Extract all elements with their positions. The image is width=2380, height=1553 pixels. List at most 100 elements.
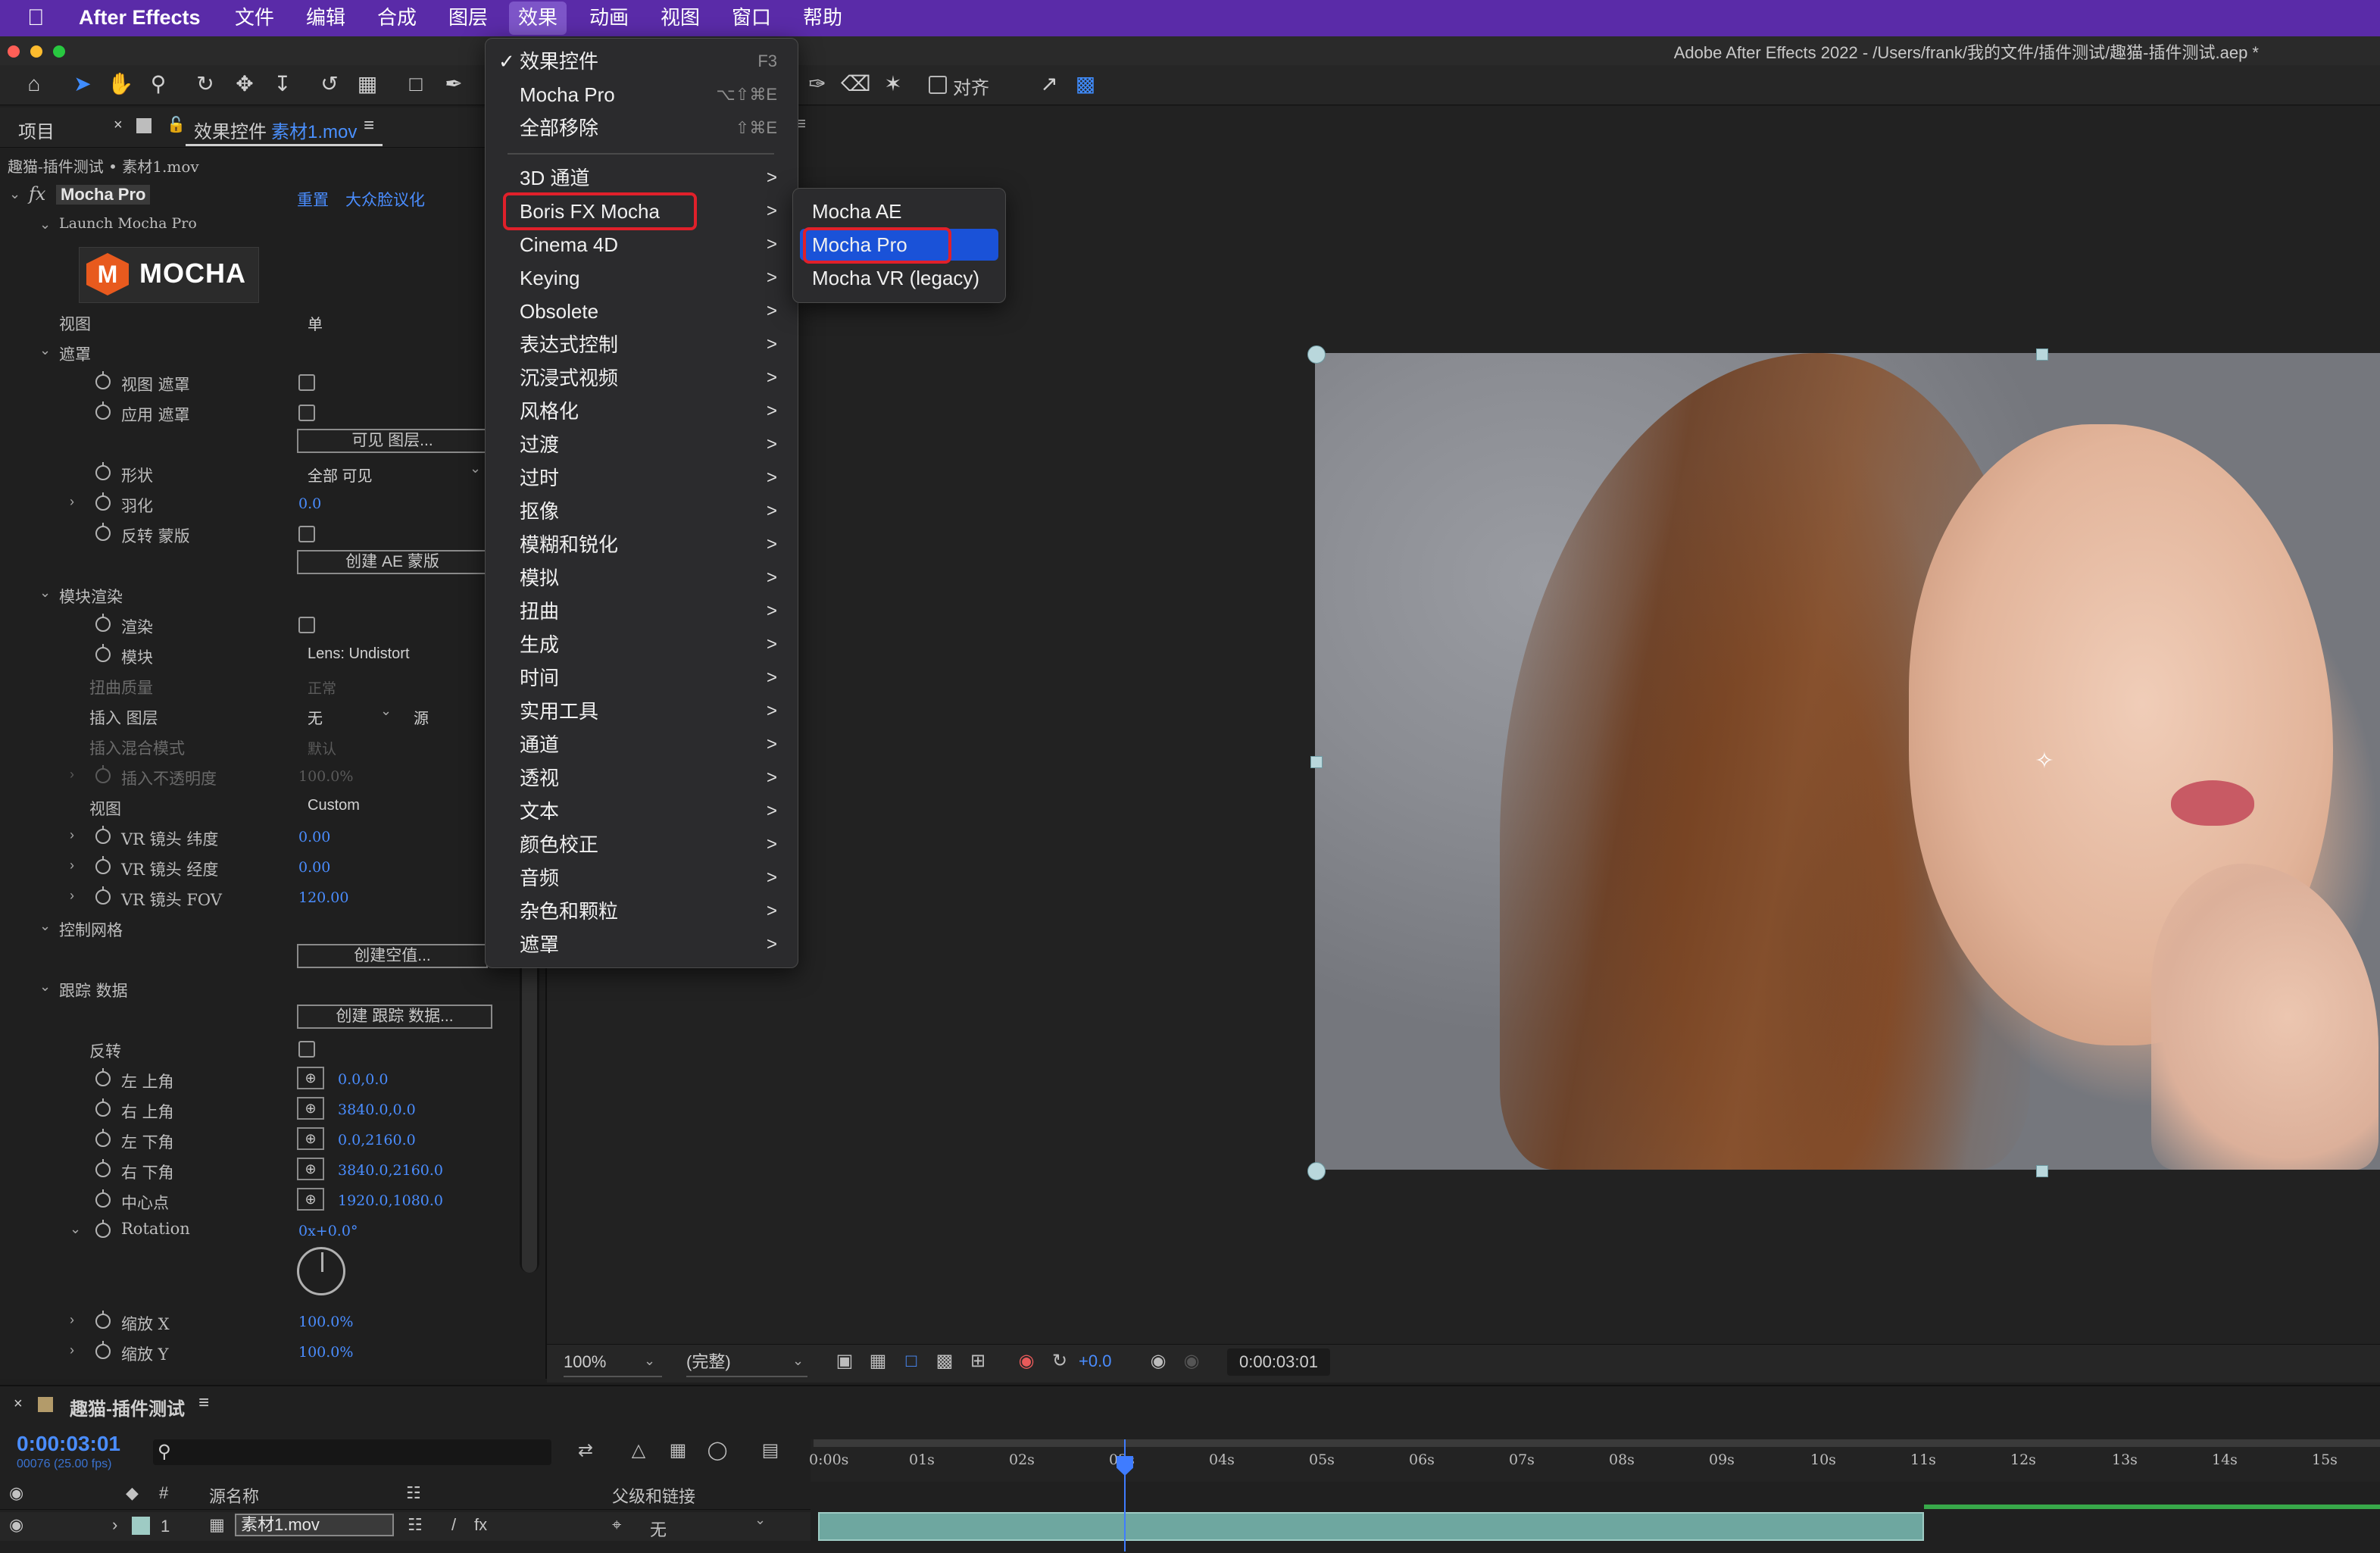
menu-item-keying-cn[interactable]: 抠像 > xyxy=(494,495,788,527)
menu-item-transition[interactable]: 过渡 > xyxy=(494,429,788,461)
layer-label-color[interactable] xyxy=(132,1517,150,1535)
collapse-effect-icon[interactable]: ⌄ xyxy=(9,186,20,202)
scale-x-value[interactable]: 100.0% xyxy=(298,1314,353,1330)
view-matte-checkbox[interactable] xyxy=(298,374,315,391)
transform-handle-top[interactable] xyxy=(2036,348,2048,361)
menu-item-distort[interactable]: 扭曲 > xyxy=(494,595,788,627)
effect-name[interactable]: Mocha Pro xyxy=(56,185,151,205)
scale-y-value[interactable]: 100.0% xyxy=(298,1344,353,1361)
mask-visibility-icon[interactable]: □ xyxy=(898,1348,924,1374)
menu-item-blur-sharpen[interactable]: 模糊和锐化 > xyxy=(494,529,788,561)
snap-icon[interactable]: ↗ xyxy=(1035,70,1064,98)
menu-animation[interactable]: 动画 xyxy=(580,0,638,36)
menu-item-utility[interactable]: 实用工具 > xyxy=(494,695,788,727)
menu-item-stylize[interactable]: 风格化 > xyxy=(494,395,788,427)
lock-icon[interactable]: 🔓 xyxy=(167,115,186,134)
frame-blending-icon[interactable]: ▦ xyxy=(665,1438,691,1464)
menu-item-effect-controls[interactable]: ✓ 效果控件 F3 xyxy=(494,45,788,77)
expand-scale-x-icon[interactable]: › xyxy=(70,1312,74,1328)
fx-icon[interactable]: fx xyxy=(29,183,45,205)
source-name-header[interactable]: 源名称 xyxy=(209,1483,259,1508)
menu-item-keying[interactable]: Keying > xyxy=(494,262,788,294)
home-icon[interactable]: ⌂ xyxy=(20,70,48,98)
menu-item-color-correction[interactable]: 颜色校正 > xyxy=(494,829,788,861)
menu-composition[interactable]: 合成 xyxy=(368,0,426,36)
crosshair-icon[interactable]: ⊕ xyxy=(297,1127,324,1150)
expand-feather-icon[interactable]: › xyxy=(70,494,74,510)
stopwatch-icon[interactable] xyxy=(95,856,111,874)
menu-item-channel[interactable]: 通道 > xyxy=(494,729,788,761)
layer-name[interactable]: 素材1.mov xyxy=(235,1514,394,1536)
safe-margins-icon[interactable]: ▩ xyxy=(932,1348,957,1374)
stopwatch-icon[interactable] xyxy=(95,402,111,420)
rotation-dial[interactable] xyxy=(297,1247,345,1295)
stopwatch-icon[interactable] xyxy=(95,644,111,662)
eraser-tool-icon[interactable]: ⌫ xyxy=(841,70,871,98)
menu-item-simulation[interactable]: 模拟 > xyxy=(494,562,788,594)
stopwatch-icon[interactable] xyxy=(95,492,111,511)
expand-control-grid-icon[interactable]: ⌄ xyxy=(39,918,51,934)
top-left-value[interactable]: 0.0,0.0 xyxy=(338,1071,388,1088)
shy-switch-icon[interactable]: ☷ xyxy=(408,1515,423,1535)
menu-item-matte[interactable]: 遮罩 > xyxy=(494,929,788,961)
expand-rotation-icon[interactable]: ⌄ xyxy=(70,1221,81,1237)
motion-blur-icon[interactable]: ◯ xyxy=(704,1438,730,1464)
center-point-value[interactable]: 1920.0,1080.0 xyxy=(338,1192,443,1209)
close-timeline-icon[interactable]: × xyxy=(14,1395,23,1413)
hamburger-icon[interactable]: ≡ xyxy=(198,1392,209,1414)
color-channels-icon[interactable]: ◉ xyxy=(1014,1348,1039,1374)
snap-targets-icon[interactable]: ▩ xyxy=(1071,70,1100,98)
apply-matte-checkbox[interactable] xyxy=(298,405,315,421)
brush-tool-icon[interactable]: ✑ xyxy=(803,70,832,98)
menu-item-noise-grain[interactable]: 杂色和颗粒 > xyxy=(494,895,788,927)
stopwatch-icon[interactable] xyxy=(95,1189,111,1208)
zoom-tool-icon[interactable]: ⚲ xyxy=(144,70,173,98)
timeline-tab-comp[interactable]: 趣猫-插件测试 xyxy=(70,1394,185,1420)
stopwatch-icon[interactable] xyxy=(95,462,111,480)
menu-item-perspective[interactable]: 透视 > xyxy=(494,762,788,794)
resolution-dropdown[interactable]: (完整) xyxy=(686,1348,807,1377)
vr-fov-value[interactable]: 120.00 xyxy=(298,889,348,906)
puppet-tool-icon[interactable]: ✶ xyxy=(879,70,907,98)
close-window-button[interactable] xyxy=(8,45,20,58)
feather-value[interactable]: 0.0 xyxy=(298,495,321,512)
menu-item-remove-all[interactable]: 全部移除 ⇧⌘E xyxy=(494,112,788,144)
menu-file[interactable]: 文件 xyxy=(226,0,283,36)
pen-tool-icon[interactable]: ✒ xyxy=(439,70,468,98)
menu-item-immersive-video[interactable]: 沉浸式视频 > xyxy=(494,362,788,394)
comp-mini-flowchart-icon[interactable]: ⇄ xyxy=(573,1438,598,1464)
crosshair-icon[interactable]: ⊕ xyxy=(297,1188,324,1211)
stopwatch-icon[interactable] xyxy=(95,1129,111,1147)
transform-handle-bottom[interactable] xyxy=(2036,1165,2048,1177)
current-time[interactable]: 0:00:03:01 xyxy=(17,1432,120,1456)
stopwatch-icon[interactable] xyxy=(95,614,111,632)
create-ae-mask-button[interactable]: 创建 AE 蒙版 xyxy=(297,550,488,574)
expand-track-data-icon[interactable]: ⌄ xyxy=(39,979,51,995)
menu-item-time[interactable]: 时间 > xyxy=(494,662,788,694)
parent-dropdown[interactable]: 无 xyxy=(650,1517,667,1541)
tab-effect-controls-source[interactable]: 素材1.mov xyxy=(271,117,357,143)
align-checkbox[interactable] xyxy=(929,76,947,94)
chevron-down-icon[interactable]: ⌄ xyxy=(644,1353,655,1369)
chevron-down-icon[interactable]: ⌄ xyxy=(754,1512,766,1528)
view-dropdown[interactable]: 单 xyxy=(308,312,323,334)
chevron-down-icon[interactable]: ⌄ xyxy=(792,1353,804,1369)
work-area-bar[interactable] xyxy=(814,1439,2380,1447)
vr-lat-value[interactable]: 0.00 xyxy=(298,829,330,845)
layer-duration-bar[interactable] xyxy=(818,1512,1924,1541)
zoom-window-button[interactable] xyxy=(53,45,65,58)
exposure-value[interactable]: +0.0 xyxy=(1079,1351,1111,1371)
visible-layers-button[interactable]: 可见 图层... xyxy=(297,429,488,453)
orbit-tool-icon[interactable]: ↻ xyxy=(191,70,220,98)
transform-handle-bottom-left[interactable] xyxy=(1307,1162,1326,1180)
menu-item-audio[interactable]: 音频 > xyxy=(494,862,788,894)
menu-help[interactable]: 帮助 xyxy=(794,0,851,36)
top-right-value[interactable]: 3840.0,0.0 xyxy=(338,1101,416,1118)
crosshair-icon[interactable]: ⊕ xyxy=(297,1067,324,1089)
eye-icon[interactable]: ◉ xyxy=(9,1515,23,1535)
view2-dropdown[interactable]: Custom xyxy=(308,797,360,814)
fx-switch-icon[interactable]: fx xyxy=(474,1515,487,1535)
insert-layer-source[interactable]: 源 xyxy=(414,706,429,728)
stopwatch-icon[interactable] xyxy=(95,371,111,389)
create-track-data-button[interactable]: 创建 跟踪 数据... xyxy=(297,1005,492,1029)
